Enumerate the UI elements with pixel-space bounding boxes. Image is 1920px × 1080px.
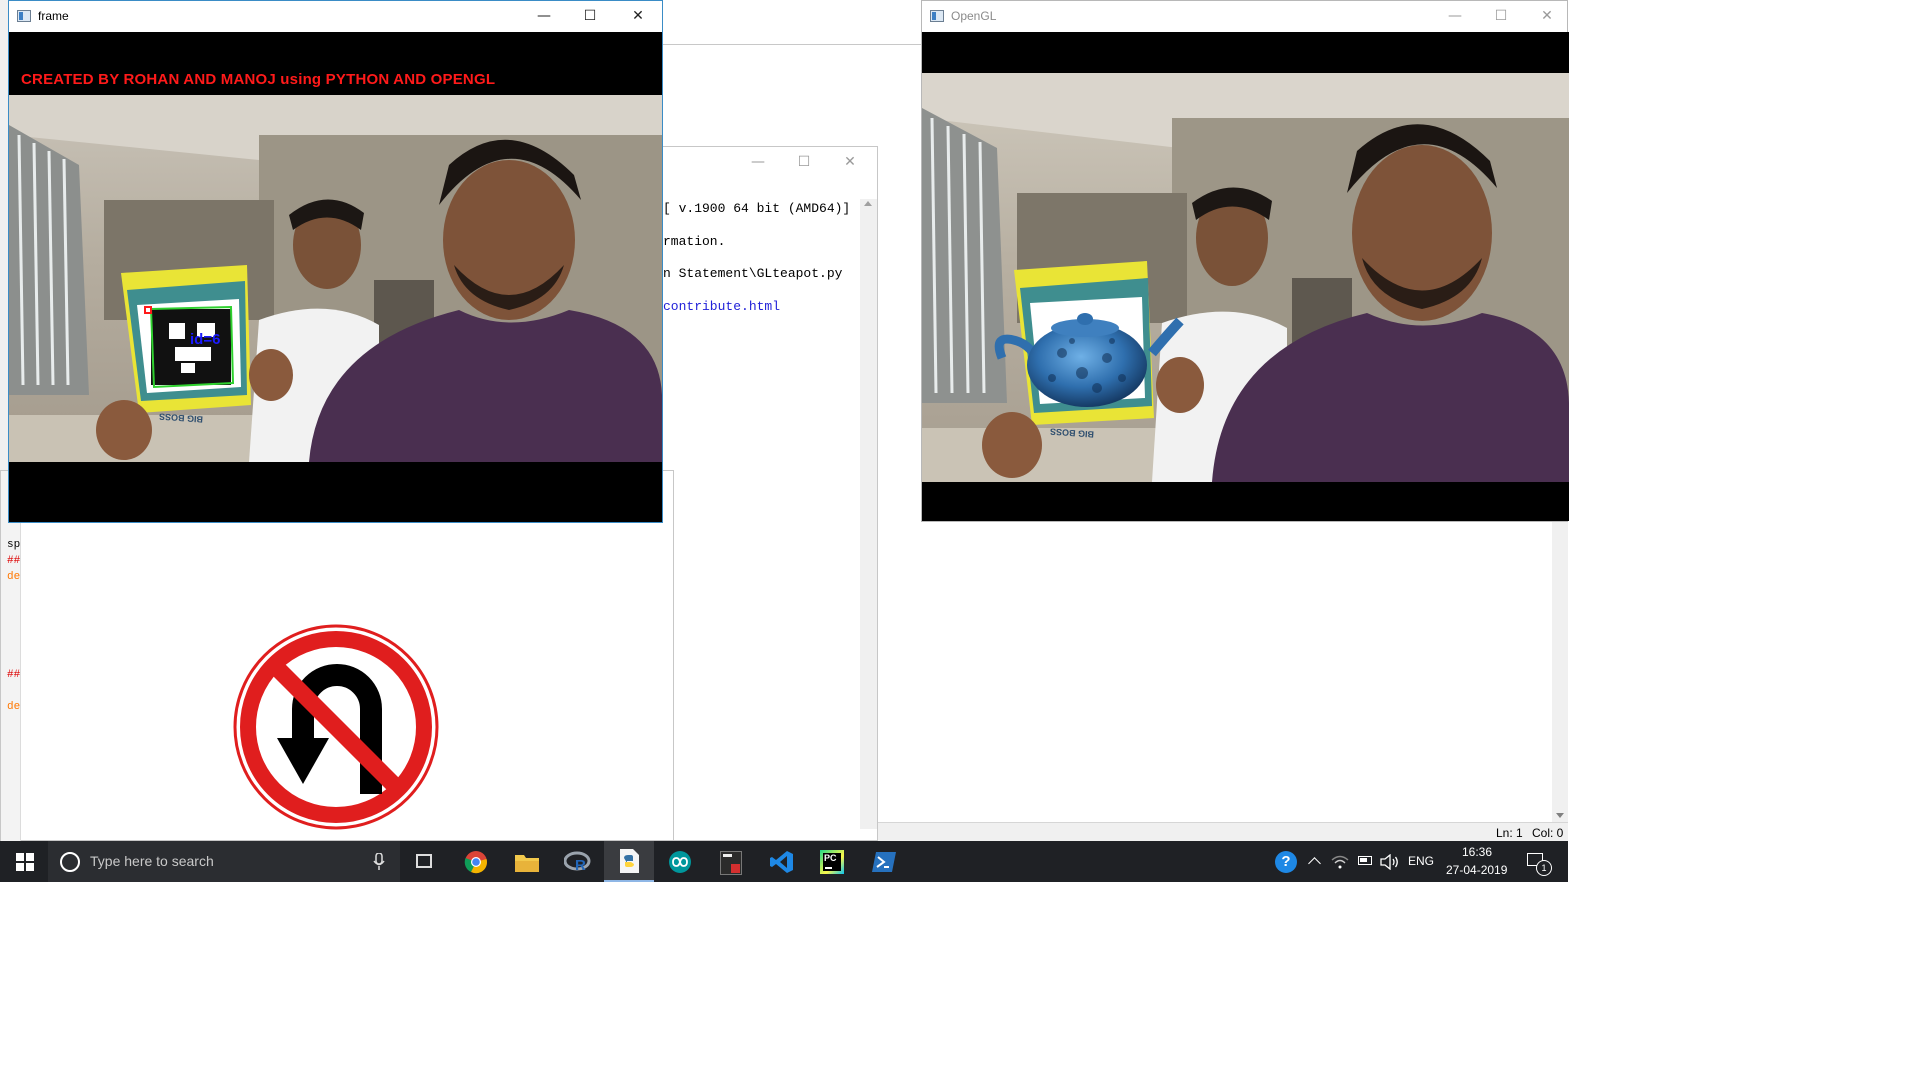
network-tray-button[interactable] (1328, 841, 1352, 882)
windows-logo-icon (16, 853, 34, 871)
frame-title: frame (38, 9, 69, 23)
frame-titlebar[interactable]: frame — ☐ ✕ (9, 1, 662, 32)
opengl-top-bar (922, 32, 1569, 73)
editor-line-4: ## (7, 669, 21, 681)
speaker-icon (1380, 854, 1398, 870)
volume-tray-button[interactable] (1378, 841, 1402, 882)
taskbar-powershell[interactable] (859, 841, 909, 882)
editor-line-5: de (7, 701, 21, 713)
taskbar-chrome[interactable] (451, 841, 501, 882)
shell-link-line[interactable]: contribute.html (663, 299, 780, 314)
svg-text:R: R (575, 857, 586, 873)
pycharm-label: PC (824, 853, 837, 863)
right-scrollbar[interactable] (1552, 522, 1568, 822)
shell-titlebar[interactable]: — ☐ ✕ (641, 147, 877, 178)
frame-close-button[interactable]: ✕ (615, 1, 661, 32)
status-bar: Ln: 1 Col: 0 (878, 822, 1568, 842)
wifi-icon (1331, 855, 1349, 869)
opengl-scene (922, 73, 1569, 482)
help-tray-button[interactable]: ? (1272, 841, 1300, 882)
shell-maximize-button[interactable]: ☐ (781, 147, 827, 178)
r-logo-icon: R (564, 851, 591, 873)
shell-minimize-button[interactable]: — (735, 147, 781, 178)
arduino-icon (669, 851, 691, 873)
python-idle-icon (620, 849, 639, 873)
action-center-button[interactable]: 1 (1518, 841, 1568, 882)
status-col: Col: 0 (1532, 826, 1564, 840)
editor-line-1: sp (7, 539, 21, 551)
start-button[interactable] (0, 841, 48, 882)
task-view-icon (416, 854, 432, 868)
app-6-icon (720, 851, 742, 875)
microphone-icon[interactable] (373, 853, 385, 871)
shell-line-3: n Statement\GLteapot.py (663, 266, 843, 281)
taskbar-app-6[interactable] (706, 841, 756, 882)
window-app-icon (17, 10, 31, 22)
clock-date[interactable]: 27-04-2019 (1446, 863, 1507, 877)
editor-line-2: ## (7, 555, 21, 567)
background-window-top (662, 0, 922, 45)
camera-feed-image: id=6 BIG BOSS (9, 95, 662, 462)
folder-icon (515, 855, 539, 872)
window-app-icon (930, 10, 944, 22)
taskbar-file-explorer[interactable] (502, 841, 552, 882)
opengl-title: OpenGL (951, 9, 997, 23)
taskbar-python-idle[interactable] (604, 841, 654, 882)
opengl-render-image: BIG BOSS (922, 73, 1569, 482)
taskbar-arduino[interactable] (655, 841, 705, 882)
chevron-up-icon (1308, 857, 1321, 870)
task-view-button[interactable] (400, 841, 450, 882)
chrome-icon (464, 851, 487, 874)
vscode-icon (770, 851, 793, 873)
taskbar: Type here to search R PC ? ENG 16:36 27-… (0, 841, 1568, 882)
shell-line-2: rmation. (663, 234, 726, 249)
opengl-window[interactable]: OpenGL — ☐ ✕ BIG BOSS (921, 0, 1569, 522)
show-hidden-icons-button[interactable] (1304, 841, 1326, 882)
notification-count-badge: 1 (1536, 860, 1552, 876)
overlay-credit-text: CREATED BY ROHAN AND MANOJ using PYTHON … (21, 71, 496, 88)
clock-time[interactable]: 16:36 (1462, 845, 1492, 859)
taskbar-r-app[interactable]: R (553, 841, 603, 882)
taskbar-search-box[interactable]: Type here to search (48, 841, 400, 882)
editor-window[interactable]: sp ## de ## de (0, 470, 674, 842)
shell-close-button[interactable]: ✕ (827, 147, 873, 178)
camera-scene (9, 95, 662, 462)
powershell-icon (872, 852, 896, 872)
marker-id-label: id=6 (190, 331, 221, 348)
cortana-circle-icon (60, 852, 80, 872)
frame-minimize-button[interactable]: — (521, 1, 567, 32)
python-shell-window[interactable]: — ☐ ✕ [ v.1900 64 bit (AMD64)] rmation. … (640, 146, 878, 841)
opengl-bottom-bar (922, 482, 1569, 521)
shell-line-1: [ v.1900 64 bit (AMD64)] (663, 201, 851, 216)
battery-tray-button[interactable] (1354, 841, 1378, 882)
opengl-titlebar[interactable]: OpenGL — ☐ ✕ (922, 1, 1567, 32)
editor-line-3: de (7, 571, 21, 583)
status-line: Ln: 1 (1496, 826, 1523, 840)
battery-icon (1358, 856, 1372, 865)
scroll-down-arrow-icon[interactable] (1556, 813, 1564, 818)
taskbar-vscode[interactable] (757, 841, 807, 882)
help-icon: ? (1275, 851, 1297, 873)
scroll-up-arrow-icon[interactable] (864, 201, 872, 206)
pycharm-icon: PC (820, 850, 844, 874)
frame-window[interactable]: frame — ☐ ✕ CREATED BY ROHAN AND MANOJ u… (8, 0, 663, 523)
editor-gutter (1, 471, 21, 842)
opengl-maximize-button[interactable]: ☐ (1478, 1, 1524, 32)
opengl-minimize-button[interactable]: — (1432, 1, 1478, 32)
frame-maximize-button[interactable]: ☐ (567, 1, 613, 32)
taskbar-pycharm[interactable]: PC (808, 841, 858, 882)
language-indicator[interactable]: ENG (1408, 854, 1434, 868)
shell-scrollbar[interactable] (860, 199, 877, 829)
no-u-turn-sign (233, 624, 439, 830)
opengl-close-button[interactable]: ✕ (1524, 1, 1570, 32)
search-placeholder: Type here to search (90, 853, 214, 869)
frame-bottom-bar (9, 462, 662, 522)
